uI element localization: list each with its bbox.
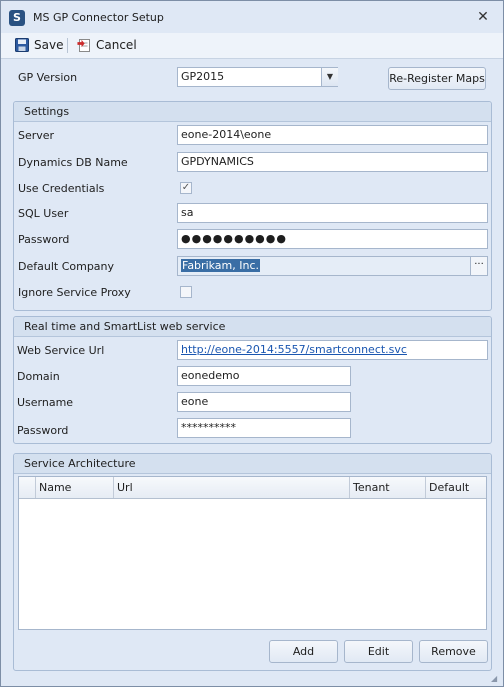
web-service-url-input[interactable]: http://eone-2014:5557/smartconnect.svc <box>177 340 488 360</box>
db-name-input[interactable]: GPDYNAMICS <box>177 152 488 172</box>
ignore-proxy-checkbox[interactable] <box>180 286 192 298</box>
server-label: Server <box>18 129 55 142</box>
cancel-label: Cancel <box>96 38 137 52</box>
ellipsis-button[interactable]: ··· <box>470 256 488 276</box>
settings-header: Settings <box>14 102 491 122</box>
gp-version-label: GP Version <box>18 71 78 84</box>
architecture-header: Service Architecture <box>14 454 491 474</box>
toolbar: Save Cancel <box>1 33 503 59</box>
column-tenant[interactable]: Tenant <box>350 477 426 498</box>
toolbar-separator <box>67 38 68 53</box>
add-button[interactable]: Add <box>269 640 338 663</box>
close-icon[interactable]: ✕ <box>475 8 491 26</box>
chevron-down-icon[interactable]: ▼ <box>321 68 338 86</box>
grid-header: Name Url Tenant Default <box>19 477 486 499</box>
cancel-icon <box>77 39 90 52</box>
password-input[interactable]: ●●●●●●●●●● <box>177 229 488 249</box>
default-company-value: Fabrikam, Inc. <box>181 259 261 272</box>
ignore-proxy-label: Ignore Service Proxy <box>18 286 131 299</box>
gp-version-select[interactable]: GP2015 <box>177 67 338 87</box>
web-service-url-value: http://eone-2014:5557/smartconnect.svc <box>181 343 407 356</box>
app-icon: S <box>9 10 25 26</box>
default-company-label: Default Company <box>18 260 115 273</box>
username-input[interactable]: eone <box>177 392 351 412</box>
title-bar: S MS GP Connector Setup ✕ <box>1 1 503 33</box>
service-architecture-grid[interactable]: Name Url Tenant Default <box>18 476 487 630</box>
save-icon <box>15 38 29 52</box>
db-name-label: Dynamics DB Name <box>18 156 128 169</box>
column-name[interactable]: Name <box>36 477 114 498</box>
window-title: MS GP Connector Setup <box>33 11 164 24</box>
webservice-title: Real time and SmartList web service <box>24 320 226 333</box>
gp-version-value: GP2015 <box>181 70 225 83</box>
resize-grip-icon[interactable]: ◢ <box>491 674 501 684</box>
default-company-input[interactable]: Fabrikam, Inc. <box>177 256 471 276</box>
edit-button[interactable]: Edit <box>344 640 413 663</box>
server-input[interactable]: eone-2014\eone <box>177 125 488 145</box>
settings-title: Settings <box>24 105 70 118</box>
cancel-button[interactable]: Cancel <box>77 36 137 54</box>
column-url[interactable]: Url <box>114 477 350 498</box>
row-indicator-column <box>19 477 36 498</box>
ws-password-label: Password <box>17 424 69 437</box>
use-credentials-label: Use Credentials <box>18 182 105 195</box>
connector-setup-window: S MS GP Connector Setup ✕ Save Cancel GP… <box>0 0 504 687</box>
architecture-title: Service Architecture <box>24 457 136 470</box>
use-credentials-checkbox[interactable]: ✓ <box>180 182 192 194</box>
sql-user-label: SQL User <box>18 207 69 220</box>
re-register-maps-button[interactable]: Re-Register Maps <box>388 67 486 90</box>
sql-user-input[interactable]: sa <box>177 203 488 223</box>
domain-label: Domain <box>17 370 60 383</box>
username-label: Username <box>17 396 74 409</box>
save-label: Save <box>34 38 64 52</box>
save-button[interactable]: Save <box>15 36 63 54</box>
ws-password-input[interactable]: ********** <box>177 418 351 438</box>
web-service-url-label: Web Service Url <box>17 344 105 357</box>
domain-input[interactable]: eonedemo <box>177 366 351 386</box>
webservice-header: Real time and SmartList web service <box>14 317 491 337</box>
password-label: Password <box>18 233 70 246</box>
remove-button[interactable]: Remove <box>419 640 488 663</box>
column-default[interactable]: Default <box>426 477 486 498</box>
